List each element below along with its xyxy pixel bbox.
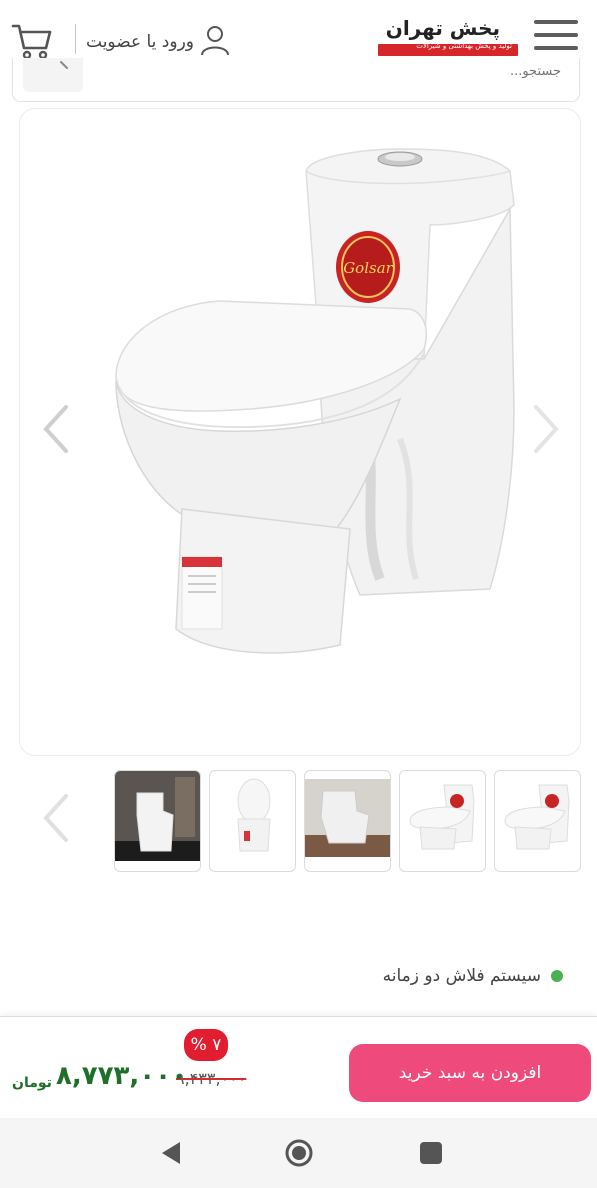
header-divider: [75, 24, 76, 54]
bullet-dot-icon: [551, 970, 563, 982]
search-input[interactable]: [101, 58, 561, 84]
home-icon[interactable]: [284, 1138, 314, 1168]
recents-icon[interactable]: [416, 1138, 446, 1168]
user-icon: [198, 23, 232, 61]
current-price: ۸,۷۷۳,۰۰۰: [56, 1061, 187, 1091]
feature-text: سیستم فلاش دو زمانه: [382, 966, 541, 986]
thumbs-prev-arrow-icon[interactable]: [36, 788, 76, 848]
feature-item: سیستم فلاش دو زمانه: [383, 966, 563, 986]
add-to-cart-button[interactable]: افزودن به سبد خرید: [349, 1044, 591, 1102]
gallery-next-arrow-icon[interactable]: [526, 399, 566, 459]
gallery-prev-arrow-icon[interactable]: [36, 399, 76, 459]
search-bar: [12, 58, 580, 102]
logo-subtitle: تولید و پخش بهداشتی و شیرآلات: [416, 42, 512, 50]
product-image-gallery[interactable]: Golsar: [19, 108, 581, 756]
back-icon[interactable]: [158, 1138, 188, 1168]
login-button[interactable]: ورود یا عضویت: [86, 22, 232, 62]
product-image: Golsar: [115, 148, 515, 654]
site-logo[interactable]: پخش تهران تولید و پخش بهداشتی و شیرآلات: [376, 14, 522, 62]
thumbnail-3[interactable]: [304, 770, 391, 872]
cart-icon[interactable]: [10, 18, 54, 62]
product-page: ورود یا عضویت پخش تهران تولید و پخش بهدا…: [0, 0, 597, 1188]
thumbnail-1[interactable]: [114, 770, 201, 872]
brand-sticker-text: Golsar: [343, 259, 393, 277]
search-icon[interactable]: [23, 58, 83, 92]
discount-badge: ۷ %: [184, 1029, 228, 1061]
hamburger-menu-icon[interactable]: [530, 16, 582, 56]
thumbnail-strip: [0, 770, 597, 872]
logo-title: پخش تهران: [385, 16, 500, 40]
system-navbar: [0, 1118, 597, 1188]
thumbnail-2[interactable]: [209, 770, 296, 872]
currency-label: تومان: [12, 1075, 52, 1091]
login-label: ورود یا عضویت: [86, 32, 195, 52]
thumbnail-4[interactable]: [399, 770, 486, 872]
thumbnail-5[interactable]: [494, 770, 581, 872]
buy-bar: افزودن به سبد خرید ۷ % ۹,۴۳۳,۰۰۰ ۸,۷۷۳,۰…: [0, 1016, 597, 1118]
